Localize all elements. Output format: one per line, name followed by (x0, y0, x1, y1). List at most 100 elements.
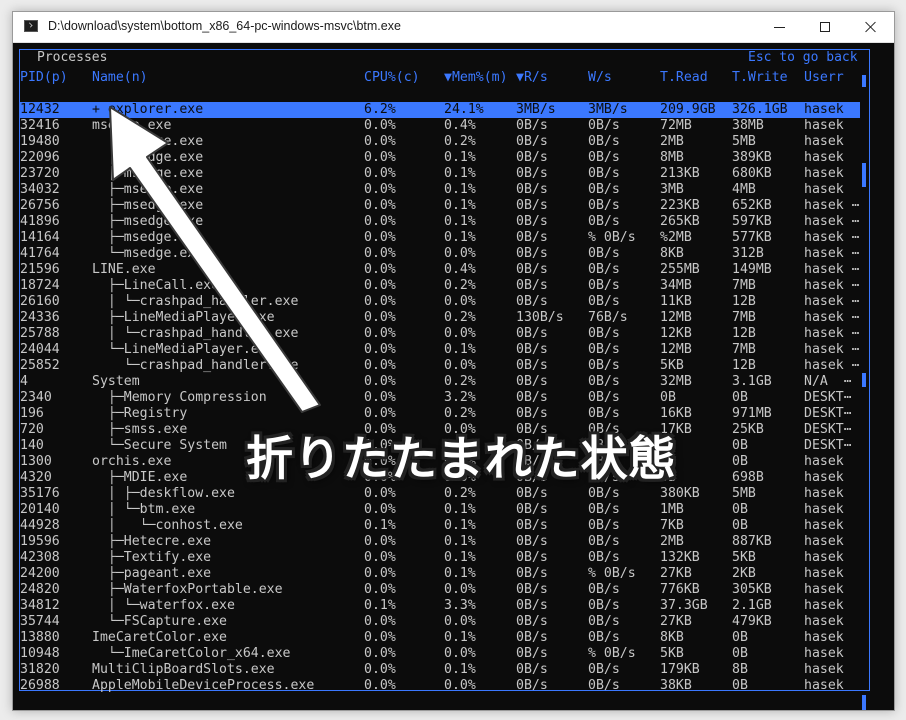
cell-name: └─msedge.exe (92, 246, 204, 261)
scrollbar-segment (862, 163, 866, 187)
cell-user: hasek ⋯ (804, 294, 860, 309)
table-row[interactable]: 34032 ├─msedge.exe 0.0% 0.1% 0B/s 0B/s 3MB 4MB… (20, 182, 860, 198)
cell-mem: 3.3% (444, 598, 476, 613)
cell-twrite: 0B (732, 390, 748, 405)
column-header-name[interactable]: Name(n) (92, 70, 362, 86)
minimize-button[interactable] (756, 12, 802, 42)
column-header-ws[interactable]: W/s (588, 70, 660, 86)
scrollbar-thumb-top[interactable] (862, 75, 866, 87)
table-row[interactable]: 24820 ├─WaterfoxPortable.exe 0.0% 0.0% 0B/s… (20, 582, 860, 598)
table-row[interactable]: 22096 ├─msedge.exe 0.0% 0.1% 0B/s 0B/s 8MB 389… (20, 150, 860, 166)
table-row[interactable]: 31820 MultiClipBoardSlots.exe 0.0% 0.1% 0B/s… (20, 662, 860, 678)
table-row[interactable]: 4 System 0.0% 0.2% 0B/s 0B/s 32MB 3.1GB N/A ⋯ (20, 374, 860, 390)
cell-tread: 265KB (660, 214, 700, 229)
cell-mem: 0.1% (444, 518, 476, 533)
cell-mem: 0.1% (444, 566, 476, 581)
cell-pid: 21596 (20, 262, 60, 277)
table-row[interactable]: 24044 └─LineMediaPlayer.exe 0.0% 0.1% 0B/s 0… (20, 342, 860, 358)
cell-name: ├─msedge.exe (92, 182, 204, 197)
table-row[interactable]: 41764 └─msedge.exe 0.0% 0.0% 0B/s 0B/s 8KB 312… (20, 246, 860, 262)
cell-user: hasek ⋯ (804, 342, 860, 357)
cell-name: MultiClipBoardSlots.exe (92, 662, 275, 677)
cell-user: hasek (804, 150, 844, 165)
table-row[interactable]: 42308 ├─Textify.exe 0.0% 0.1% 0B/s 0B/s 132KB… (20, 550, 860, 566)
table-row[interactable]: 34812 │ └─waterfox.exe 0.1% 3.3% 0B/s 0B/s 37… (20, 598, 860, 614)
column-header-mem[interactable]: ▼Mem%(m) (444, 70, 518, 86)
scrollbar-marker (862, 373, 866, 387)
column-header-twrite[interactable]: T.Write (732, 70, 804, 86)
column-header-tread[interactable]: T.Read (660, 70, 732, 86)
table-row[interactable]: 25788 │ └─crashpad_handler.exe 0.0% 0.0% 0B… (20, 326, 860, 342)
cell-tread: 12KB (660, 326, 692, 341)
table-row[interactable]: 20140 │ └─btm.exe 0.0% 0.1% 0B/s 0B/s 1MB 0B ha… (20, 502, 860, 518)
cell-pid: 12432 (20, 102, 60, 117)
cell-user: hasek ⋯ (804, 358, 860, 373)
cell-twrite: 305KB (732, 582, 772, 597)
cell-mem: 0.1% (444, 214, 476, 229)
table-row[interactable]: 26756 ├─msedge.exe 0.0% 0.1% 0B/s 0B/s 223KB 6… (20, 198, 860, 214)
table-row[interactable]: 24336 ├─LineMediaPlayer.exe 0.0% 0.2% 130B/… (20, 310, 860, 326)
column-header-rs[interactable]: ▼R/s (516, 70, 588, 86)
cell-cpu: 6.2% (364, 102, 396, 117)
cell-tread: 8KB (660, 246, 684, 261)
cell-name: + explorer.exe (92, 102, 204, 117)
table-row[interactable]: 19480 ├─msedge.exe 0.0% 0.2% 0B/s 0B/s 2MB 5MB… (20, 134, 860, 150)
cell-mem: 0.1% (444, 662, 476, 677)
cell-ws: 0B/s (588, 582, 620, 597)
table-row[interactable]: 26988 AppleMobileDeviceProcess.exe 0.0% 0.0… (20, 678, 860, 694)
table-row[interactable]: 21596 LINE.exe 0.0% 0.4% 0B/s 0B/s 255MB 149MB h… (20, 262, 860, 278)
close-button[interactable] (848, 12, 894, 42)
cell-rs: 0B/s (516, 230, 548, 245)
column-header-pid[interactable]: PID(p) (20, 70, 90, 86)
table-row[interactable]: 35744 └─FSCapture.exe 0.0% 0.0% 0B/s 0B/s 27K… (20, 614, 860, 630)
cell-mem: 0.0% (444, 358, 476, 373)
cell-user: hasek (804, 470, 844, 485)
table-row[interactable]: 26160 │ └─crashpad_handler.exe 0.0% 0.0% 0B… (20, 294, 860, 310)
cell-rs: 0B/s (516, 598, 548, 613)
cell-mem: 0.1% (444, 230, 476, 245)
cell-pid: 10948 (20, 646, 60, 661)
column-header-user[interactable]: Userr (804, 70, 860, 86)
cell-twrite: 7MB (732, 342, 756, 357)
terminal-app-icon (24, 20, 38, 32)
panel-title: Processes (36, 50, 109, 66)
cell-pid: 24336 (20, 310, 60, 325)
cell-tread: 223KB (660, 198, 700, 213)
cell-twrite: 5MB (732, 134, 756, 149)
cell-user: hasek (804, 486, 844, 501)
maximize-button[interactable] (802, 12, 848, 42)
table-row[interactable]: 44928 │ └─conhost.exe 0.1% 0.1% 0B/s 0B/s 7KB… (20, 518, 860, 534)
table-row[interactable]: 24200 ├─pageant.exe 0.0% 0.1% 0B/s % 0B/s 27K… (20, 566, 860, 582)
cell-rs: 0B/s (516, 166, 548, 181)
cell-pid: 13880 (20, 630, 60, 645)
table-row[interactable]: 10948 └─ImeCaretColor_x64.exe 0.0% 0.0% 0B/… (20, 646, 860, 662)
cell-tread: 2MB (660, 134, 684, 149)
cell-cpu: 0.0% (364, 182, 396, 197)
cell-pid: 2340 (20, 390, 52, 405)
cell-pid: 18724 (20, 278, 60, 293)
cell-pid: 42308 (20, 550, 60, 565)
table-row[interactable]: 13880 ImeCaretColor.exe 0.0% 0.1% 0B/s 0B/s 8K… (20, 630, 860, 646)
table-row[interactable]: 14164 ├─msedge.exe 0.0% 0.1% 0B/s % 0B/s %2MB… (20, 230, 860, 246)
scrollbar-thumb-bottom[interactable] (862, 695, 866, 710)
table-row[interactable]: 41896 ├─msedge.exe 0.0% 0.1% 0B/s 0B/s 265KB 5… (20, 214, 860, 230)
table-row[interactable]: 32416 msedge.exe 0.0% 0.4% 0B/s 0B/s 72MB 38MB h… (20, 118, 860, 134)
column-header-cpu[interactable]: CPU%(c) (364, 70, 444, 86)
table-row[interactable]: 2340 ├─Memory Compression 0.0% 3.2% 0B/s 0B/… (20, 390, 860, 406)
title-bar[interactable]: D:\download\system\bottom_x86_64-pc-wind… (13, 12, 894, 43)
table-row[interactable]: 23720 ├─msedge.exe 0.0% 0.1% 0B/s 0B/s 213KB 6… (20, 166, 860, 182)
table-row[interactable]: 12432 + explorer.exe 6.2% 24.1% 3MB/s 3MB/s 20… (20, 102, 860, 118)
cell-mem: 0.1% (444, 534, 476, 549)
scrollbar[interactable] (862, 73, 870, 710)
cell-user: hasek (804, 134, 844, 149)
table-row[interactable]: 19596 ├─Hetecre.exe 0.0% 0.1% 0B/s 0B/s 2MB 88… (20, 534, 860, 550)
cell-name: ├─msedge.exe (92, 214, 204, 229)
cell-cpu: 0.0% (364, 278, 396, 293)
table-row[interactable]: 18724 ├─LineCall.exe 0.0% 0.2% 0B/s 0B/s 34MB… (20, 278, 860, 294)
cell-rs: 0B/s (516, 390, 548, 405)
cell-ws: 0B/s (588, 678, 620, 693)
cell-ws: % 0B/s (588, 230, 636, 245)
terminal-content[interactable]: Processes Esc to go back PID(p) Name(n) CP… (13, 43, 894, 710)
table-row[interactable]: 25852 └─crashpad_handler.exe 0.0% 0.0% 0B/s… (20, 358, 860, 374)
cell-name: ├─Memory Compression (92, 390, 267, 405)
